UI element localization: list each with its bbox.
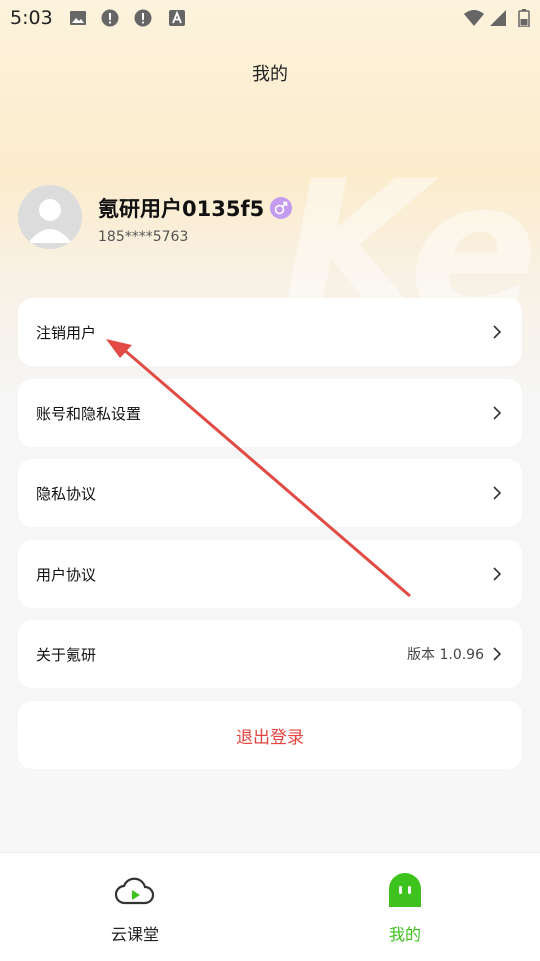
tab-cloud-classroom[interactable]: 云课堂 — [85, 873, 185, 945]
logout-label: 退出登录 — [236, 727, 304, 748]
cloud-play-icon — [114, 877, 155, 905]
menu-item-deregister[interactable]: 注销用户 — [18, 298, 522, 366]
default-avatar-icon — [28, 199, 72, 243]
menu-item-label: 关于氪研 — [36, 645, 97, 664]
avatar[interactable] — [18, 185, 82, 249]
page-title: 我的 — [252, 64, 288, 85]
menu-item-about[interactable]: 关于氪研 版本 1.0.96 — [18, 620, 522, 688]
status-bar: 5:03 — [0, 0, 540, 36]
logout-button[interactable]: 退出登录 — [18, 701, 522, 769]
chevron-right-icon — [493, 325, 502, 339]
menu-item-account-privacy-settings[interactable]: 账号和隐私设置 — [18, 379, 522, 447]
signal-icon — [490, 10, 506, 26]
phone-number: 185****5763 — [98, 229, 189, 245]
chevron-right-icon — [493, 567, 502, 581]
tab-label: 我的 — [388, 925, 421, 944]
status-time: 5:03 — [10, 7, 53, 29]
image-icon — [70, 11, 86, 25]
menu-item-user-agreement[interactable]: 用户协议 — [18, 540, 522, 608]
battery-icon — [518, 9, 530, 27]
menu-item-privacy-policy[interactable]: 隐私协议 — [18, 459, 522, 527]
chevron-right-icon — [493, 406, 502, 420]
bottom-tab-bar: 云课堂 我的 — [0, 852, 540, 961]
male-icon — [270, 197, 293, 219]
tab-label: 云课堂 — [110, 925, 159, 944]
app-version: 版本 1.0.96 — [407, 647, 484, 663]
menu-item-label: 注销用户 — [36, 323, 97, 342]
username-row: 氪研用户0135f5 — [98, 193, 293, 223]
menu-item-label: 用户协议 — [36, 565, 97, 584]
chevron-right-icon — [493, 647, 502, 661]
wifi-icon — [464, 10, 484, 26]
ghost-icon — [389, 873, 421, 907]
username: 氪研用户0135f5 — [98, 197, 265, 221]
alert-icon — [101, 9, 119, 27]
tab-mine[interactable]: 我的 — [355, 873, 455, 945]
alert-icon — [134, 9, 152, 27]
font-icon — [169, 10, 185, 26]
menu-item-label: 账号和隐私设置 — [36, 404, 142, 423]
chevron-right-icon — [493, 486, 502, 500]
menu-item-label: 隐私协议 — [36, 484, 97, 503]
